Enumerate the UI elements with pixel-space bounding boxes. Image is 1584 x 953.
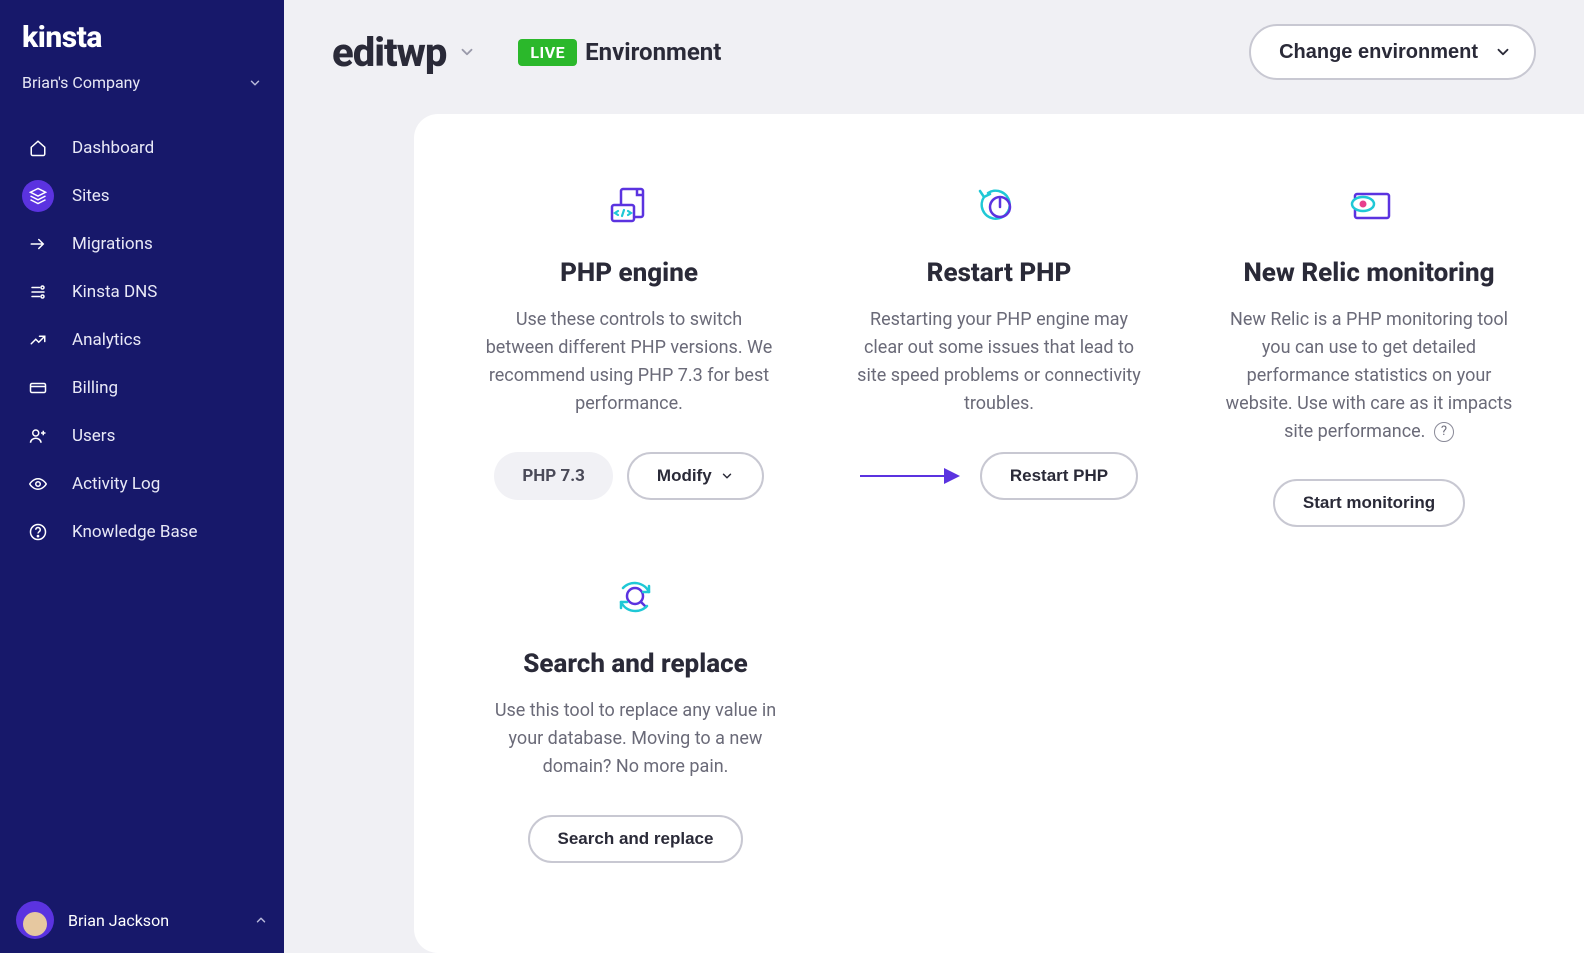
start-monitoring-label: Start monitoring [1303, 493, 1435, 513]
restart-php-button[interactable]: Restart PHP [980, 452, 1138, 500]
start-monitoring-button[interactable]: Start monitoring [1273, 479, 1465, 527]
layers-icon [22, 180, 54, 212]
card-description: New Relic is a PHP monitoring tool you c… [1220, 306, 1518, 445]
company-switcher[interactable]: Brian's Company [0, 65, 284, 114]
chevron-down-icon [458, 43, 476, 61]
analytics-icon [22, 324, 54, 356]
card-description: Use this tool to replace any value in yo… [480, 697, 791, 781]
tools-panel: PHP engine Use these controls to switch … [414, 114, 1584, 953]
nav-label: Dashboard [72, 138, 154, 158]
migration-icon [22, 228, 54, 260]
search-replace-card: Search and replace Use this tool to repl… [454, 575, 817, 863]
brand-text: KINSTA [22, 20, 262, 55]
php-version-badge: PHP 7.3 [494, 452, 613, 500]
nav-label: Sites [72, 186, 110, 206]
card-title: New Relic monitoring [1244, 258, 1495, 288]
chevron-down-icon [1494, 43, 1512, 61]
card-title: PHP engine [560, 258, 698, 288]
environment-label: Environment [585, 38, 721, 66]
users-icon [22, 420, 54, 452]
billing-icon [22, 372, 54, 404]
company-name: Brian's Company [22, 73, 140, 92]
sidebar-item-dns[interactable]: Kinsta DNS [0, 268, 284, 316]
nav-label: Users [72, 426, 115, 446]
change-environment-button[interactable]: Change environment [1249, 24, 1536, 80]
chevron-down-icon [248, 76, 262, 90]
header: editwp LIVE Environment Change environme… [284, 0, 1584, 104]
restart-php-card: Restart PHP Restarting your PHP engine m… [824, 184, 1174, 527]
card-description: Use these controls to switch between dif… [480, 306, 778, 418]
eye-icon [22, 468, 54, 500]
arrow-annotation-icon [860, 475, 958, 477]
restart-php-label: Restart PHP [1010, 466, 1108, 486]
sidebar-item-dashboard[interactable]: Dashboard [0, 124, 284, 172]
sidebar-item-billing[interactable]: Billing [0, 364, 284, 412]
sidebar-item-kb[interactable]: Knowledge Base [0, 508, 284, 556]
main: editwp LIVE Environment Change environme… [284, 0, 1584, 953]
live-badge: LIVE [518, 39, 577, 66]
nav-label: Migrations [72, 234, 153, 254]
sidebar-item-sites[interactable]: Sites [0, 172, 284, 220]
sidebar-item-users[interactable]: Users [0, 412, 284, 460]
search-replace-icon [613, 575, 657, 621]
home-icon [22, 132, 54, 164]
nav-label: Knowledge Base [72, 522, 197, 542]
sidebar: KINSTA Brian's Company Dashboard Sites [0, 0, 284, 953]
info-icon[interactable]: ? [1434, 422, 1454, 442]
modify-php-button[interactable]: Modify [627, 452, 764, 500]
nav-label: Kinsta DNS [72, 282, 157, 302]
sidebar-nav: Dashboard Sites Migrations Kinsta DNS [0, 114, 284, 556]
card-title: Search and replace [523, 649, 747, 679]
chevron-down-icon [720, 469, 734, 483]
nav-label: Analytics [72, 330, 141, 350]
php-file-icon [606, 184, 652, 230]
nav-label: Billing [72, 378, 118, 398]
new-relic-card: New Relic monitoring New Relic is a PHP … [1194, 184, 1544, 527]
restart-icon [978, 184, 1020, 230]
dns-icon [22, 276, 54, 308]
change-environment-label: Change environment [1279, 41, 1478, 64]
search-replace-label: Search and replace [558, 829, 714, 849]
sidebar-item-migrations[interactable]: Migrations [0, 220, 284, 268]
avatar [16, 901, 54, 939]
modify-label: Modify [657, 466, 712, 486]
site-title: editwp [332, 29, 446, 76]
card-title: Restart PHP [927, 258, 1072, 288]
site-switcher[interactable]: editwp [332, 29, 476, 76]
php-engine-card: PHP engine Use these controls to switch … [454, 184, 804, 527]
sidebar-item-analytics[interactable]: Analytics [0, 316, 284, 364]
monitoring-icon [1345, 184, 1393, 230]
help-icon [22, 516, 54, 548]
user-name: Brian Jackson [68, 911, 240, 930]
nav-label: Activity Log [72, 474, 160, 494]
user-menu[interactable]: Brian Jackson [0, 887, 284, 953]
sidebar-item-activity[interactable]: Activity Log [0, 460, 284, 508]
card-description: Restarting your PHP engine may clear out… [850, 306, 1148, 418]
search-replace-button[interactable]: Search and replace [528, 815, 744, 863]
chevron-up-icon [254, 913, 268, 927]
brand-logo: KINSTA [0, 0, 284, 65]
